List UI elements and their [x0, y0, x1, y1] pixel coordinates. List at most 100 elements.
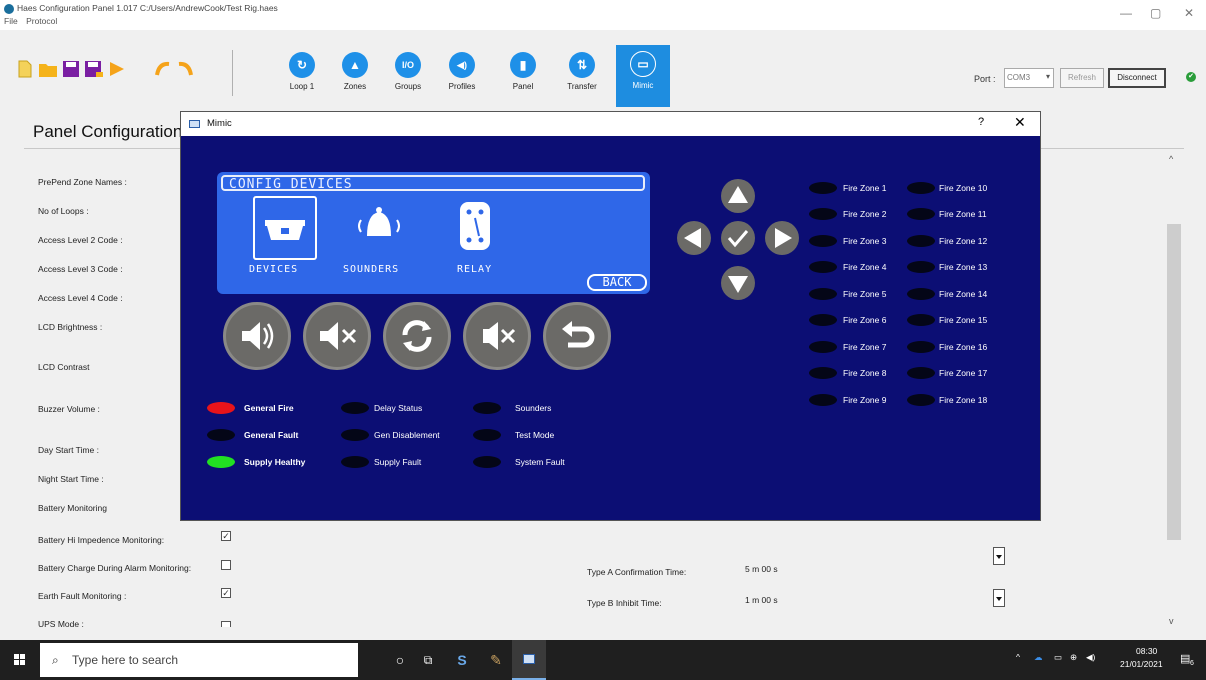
fire-zone-1-led: [809, 182, 837, 194]
down-button[interactable]: [721, 266, 755, 300]
lcd-sounders-tile[interactable]: [349, 196, 413, 260]
volume-icon[interactable]: ◀): [1086, 652, 1095, 663]
zone-label: Fire Zone 4: [843, 262, 887, 272]
form-label: Type B Inhibit Time:: [587, 598, 662, 608]
save-icon[interactable]: [62, 60, 80, 78]
upload-arrow-icon[interactable]: [108, 60, 126, 78]
close-button[interactable]: ✕: [1184, 6, 1194, 20]
zone-label: Fire Zone 12: [939, 236, 988, 246]
buzzer-mute-icon: [483, 322, 516, 350]
scroll-down-icon[interactable]: v: [1169, 616, 1174, 626]
nav-loop-button[interactable]: ↻ Loop 1: [277, 46, 327, 106]
fire-zone-8-led: [809, 367, 837, 379]
nav-label: Panel: [512, 82, 534, 91]
up-button[interactable]: [721, 179, 755, 213]
battery-icon[interactable]: ▭: [1054, 652, 1062, 663]
skype-app-icon[interactable]: S: [452, 650, 472, 670]
menu-protocol[interactable]: Protocol: [26, 16, 57, 26]
windows-start-icon[interactable]: [14, 654, 26, 666]
tray-overflow-icon[interactable]: ^: [1016, 652, 1020, 662]
silence-buzzer-button[interactable]: [463, 302, 531, 370]
open-folder-icon[interactable]: [38, 60, 58, 78]
reset-button[interactable]: [383, 302, 451, 370]
loop-icon: ↻: [289, 52, 315, 78]
battery-charge-alarm-checkbox[interactable]: [221, 560, 231, 570]
inhibit-time-dropdown[interactable]: [993, 589, 1005, 607]
taskbar-search-box[interactable]: ⌕ Type here to search: [40, 643, 358, 677]
supply-healthy-led: [207, 456, 235, 468]
onedrive-icon[interactable]: ☁: [1034, 652, 1043, 663]
status-label: Supply Healthy: [244, 457, 306, 467]
task-view-icon[interactable]: ⧉: [418, 650, 438, 670]
mimic-icon: ▭: [630, 51, 656, 77]
silence-alarm-button[interactable]: [303, 302, 371, 370]
clock-time[interactable]: 08:30: [1136, 646, 1157, 656]
fire-zone-4-led: [809, 261, 837, 273]
left-button[interactable]: [677, 221, 711, 255]
battery-hi-impedance-checkbox[interactable]: ✓: [221, 531, 231, 541]
nav-profiles-button[interactable]: ◀) Profiles: [437, 46, 487, 106]
lcd-back-button[interactable]: BACK: [587, 274, 647, 291]
lcd-devices-tile[interactable]: [253, 196, 317, 260]
window-title: Haes Configuration Panel 1.017 C:/Users/…: [17, 3, 278, 13]
help-button[interactable]: ?: [978, 116, 984, 128]
menu-file[interactable]: File: [4, 16, 18, 26]
haes-taskbar-app[interactable]: [512, 640, 546, 680]
right-button[interactable]: [765, 221, 799, 255]
disconnect-button[interactable]: Disconnect: [1108, 68, 1166, 88]
menu-bar: File Protocol: [4, 16, 63, 26]
fire-zone-6-led: [809, 314, 837, 326]
new-file-icon[interactable]: [18, 60, 32, 78]
earth-fault-checkbox[interactable]: ✓: [221, 588, 231, 598]
ups-mode-checkbox[interactable]: [221, 621, 231, 627]
confirmation-time-dropdown[interactable]: [993, 547, 1005, 565]
nav-label: Transfer: [567, 82, 597, 91]
scroll-up-icon[interactable]: ^: [1169, 154, 1173, 164]
lcd-display: CONFIG DEVICES DEVICES SOUNDERS RELAY BA…: [217, 172, 650, 294]
redo-icon[interactable]: [176, 60, 194, 78]
groups-icon: I/O: [395, 52, 421, 78]
dialog-close-button[interactable]: ✕: [1014, 114, 1026, 131]
undo-icon[interactable]: [154, 60, 172, 78]
network-icon[interactable]: ⊕: [1070, 652, 1077, 663]
supply-fault-led: [341, 456, 369, 468]
scroll-thumb[interactable]: [1167, 224, 1181, 540]
nav-label: Loop 1: [289, 82, 315, 91]
sound-alarm-button[interactable]: [223, 302, 291, 370]
fire-zone-9-led: [809, 394, 837, 406]
smoke-detector-icon: [265, 220, 305, 240]
reset-icon: [402, 320, 432, 352]
refresh-button[interactable]: Refresh: [1060, 68, 1104, 88]
nav-mimic-button[interactable]: ▭ Mimic: [616, 45, 670, 107]
enter-button[interactable]: [721, 221, 755, 255]
nav-zones-button[interactable]: ▲ Zones: [330, 46, 380, 106]
form-label: Battery Monitoring: [38, 503, 107, 513]
maximize-button[interactable]: ▢: [1150, 6, 1161, 20]
form-label: PrePend Zone Names :: [38, 177, 127, 187]
paint-app-icon[interactable]: ✎: [486, 650, 506, 670]
cortana-icon[interactable]: ○: [390, 650, 410, 670]
status-label: Sounders: [515, 403, 552, 413]
save-as-icon[interactable]: [84, 60, 104, 78]
arrow-down-icon: [728, 276, 748, 293]
form-label: LCD Contrast: [38, 362, 90, 372]
notifications-icon[interactable]: ▤: [1180, 652, 1190, 665]
lcd-relay-tile[interactable]: [445, 196, 509, 260]
nav-transfer-button[interactable]: ⇅ Transfer: [557, 46, 607, 106]
status-label: Gen Disablement: [374, 430, 440, 440]
back-button[interactable]: [543, 302, 611, 370]
vertical-scrollbar[interactable]: ^ v: [1166, 150, 1182, 630]
nav-panel-button[interactable]: ▮ Panel: [498, 46, 548, 106]
fire-zone-18-led: [907, 394, 935, 406]
status-label: General Fault: [244, 430, 299, 440]
search-icon: ⌕: [52, 653, 59, 667]
page-title: Panel Configuration: [33, 122, 183, 141]
minimize-button[interactable]: —: [1120, 6, 1132, 20]
mimic-window-icon: [523, 654, 535, 664]
clock-date[interactable]: 21/01/2021: [1120, 659, 1163, 669]
nav-groups-button[interactable]: I/O Groups: [383, 46, 433, 106]
mimic-window-icon: [189, 120, 200, 128]
arrow-left-icon: [684, 228, 701, 248]
status-label: Test Mode: [515, 430, 555, 440]
port-select[interactable]: COM3: [1004, 68, 1054, 88]
